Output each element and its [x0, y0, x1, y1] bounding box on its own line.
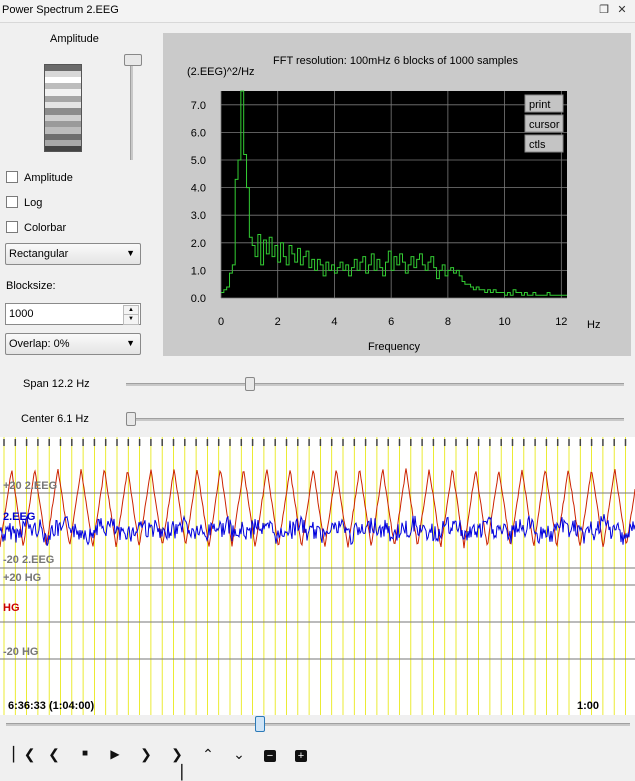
span-slider-handle[interactable] [245, 377, 255, 391]
blocksize-spinbox[interactable]: 1000 ▲ ▼ [5, 303, 141, 325]
prev-icon[interactable]: ❮ [44, 745, 64, 763]
y-tick-label: 6.0 [191, 127, 206, 139]
eeg-trace-view[interactable]: +20 2.EEG 2.EEG -20 2.EEG +20 HG HG -20 … [0, 437, 635, 715]
checkbox-amplitude-label: Amplitude [24, 172, 73, 184]
play-icon[interactable]: ▶ [105, 745, 125, 763]
eeg-channel-name[interactable]: 2.EEG [3, 511, 35, 523]
spectrum-chart: FFT resolution: 100mHz 6 blocks of 1000 … [187, 55, 600, 353]
zoom-in-icon[interactable]: + [291, 745, 311, 763]
skip-last-icon[interactable]: ❯▕ [167, 745, 187, 780]
hg-channel-name[interactable]: HG [3, 602, 20, 614]
spin-down-icon[interactable]: ▼ [123, 314, 139, 325]
y-axis-label: (2.EEG)^2/Hz [187, 66, 255, 78]
x-tick-label: 2 [275, 316, 281, 328]
amplitude-slider-handle[interactable] [124, 54, 142, 66]
center-slider-track[interactable] [126, 418, 624, 421]
center-label: Center 6.1 Hz [21, 413, 89, 425]
x-tick-label: 12 [555, 316, 567, 328]
blocksize-label: Blocksize: [6, 280, 56, 292]
checkbox-log-label: Log [24, 197, 43, 209]
checkbox-amplitude[interactable] [6, 171, 18, 183]
chevron-down-icon: ▼ [126, 248, 135, 258]
y-tick-label: 4.0 [191, 183, 206, 195]
time-scrollbar-handle[interactable] [255, 716, 265, 732]
x-tick-label: 6 [388, 316, 394, 328]
eeg-trace [0, 514, 635, 546]
down-icon[interactable]: ⌄ [229, 745, 249, 763]
title-bar: Power Spectrum 2.EEG ❐ ✕ [0, 0, 635, 23]
spectrum-panel: FFT resolution: 100mHz 6 blocks of 1000 … [163, 33, 631, 356]
close-icon[interactable]: ✕ [616, 4, 628, 16]
window-type-select[interactable]: Rectangular ▼ [5, 243, 141, 265]
x-tick-label: 10 [498, 316, 510, 328]
blocksize-value: 1000 [9, 308, 34, 320]
span-label: Span 12.2 Hz [23, 378, 90, 390]
x-tick-label: 4 [331, 316, 337, 328]
amplitude-label: Amplitude [50, 33, 99, 45]
eeg-top-label: +20 2.EEG [3, 480, 57, 492]
eeg-bottom-label: -20 2.EEG [3, 554, 54, 566]
y-tick-label: 7.0 [191, 100, 206, 112]
y-tick-label: 2.0 [191, 238, 206, 250]
eeg-traces: +20 2.EEG 2.EEG -20 2.EEG +20 HG HG -20 … [0, 437, 635, 715]
navigation-toolbar [0, 738, 635, 770]
window-title: Power Spectrum 2.EEG [2, 4, 119, 16]
window-type-value: Rectangular [9, 248, 69, 260]
checkbox-log[interactable] [6, 196, 18, 208]
x-axis-unit: Hz [587, 319, 600, 331]
zoom-out-icon[interactable]: − [260, 745, 280, 763]
stop-icon[interactable]: ■ [75, 745, 95, 763]
y-tick-label: 1.0 [191, 265, 206, 277]
hg-top-label: +20 HG [3, 572, 41, 584]
colorscale-svg [45, 65, 81, 151]
hg-bottom-label: -20 HG [3, 646, 38, 658]
chevron-down-icon: ▼ [126, 338, 135, 348]
time-left-label: 6:36:33 (1:04:00) [8, 700, 95, 712]
skip-first-icon[interactable]: ▏❮ [13, 745, 36, 763]
checkbox-colorbar[interactable] [6, 221, 18, 233]
next-icon[interactable]: ❯ [136, 745, 156, 763]
overlap-value: Overlap: 0% [9, 338, 70, 350]
print-button-label: print [529, 99, 550, 111]
center-slider-handle[interactable] [126, 412, 136, 426]
checkbox-colorbar-label: Colorbar [24, 222, 67, 234]
y-tick-label: 3.0 [191, 210, 206, 222]
span-slider-track[interactable] [126, 383, 624, 386]
ctls-button-label: ctls [529, 139, 546, 151]
cursor-button-label: cursor [529, 119, 560, 131]
time-right-label: 1:00 [577, 700, 599, 712]
x-tick-label: 8 [445, 316, 451, 328]
restore-icon[interactable]: ❐ [598, 4, 610, 16]
x-tick-label: 0 [218, 316, 224, 328]
plot-buttons: print cursor ctls [524, 94, 564, 153]
y-tick-label: 5.0 [191, 155, 206, 167]
x-axis-label: Frequency [368, 341, 420, 353]
overlap-select[interactable]: Overlap: 0% ▼ [5, 333, 141, 355]
time-scrollbar-track[interactable] [6, 723, 630, 726]
colorscale-preview [44, 64, 82, 152]
y-tick-label: 0.0 [191, 293, 206, 305]
amplitude-slider-track[interactable] [130, 56, 133, 160]
spectrum-header: FFT resolution: 100mHz 6 blocks of 1000 … [273, 55, 518, 67]
up-icon[interactable]: ⌃ [198, 745, 218, 763]
